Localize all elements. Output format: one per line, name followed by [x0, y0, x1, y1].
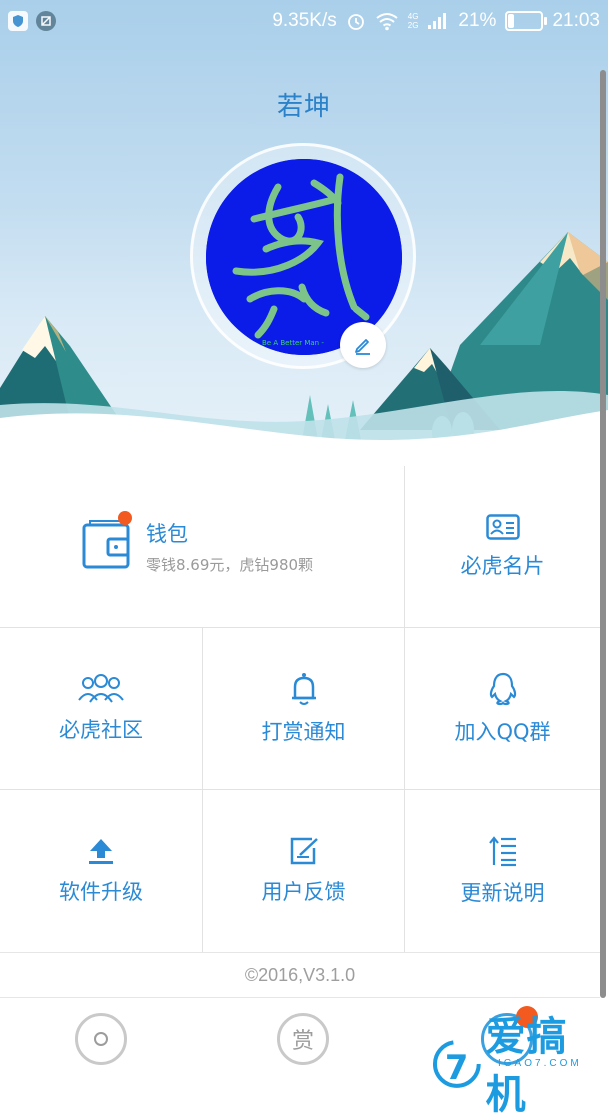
- battery-icon: [505, 11, 548, 31]
- profile-header: 9.35K/s 4G 2G 21% 21:03 若坤 Be A Better M…: [0, 0, 608, 460]
- tab-reward[interactable]: 赏: [277, 1013, 329, 1065]
- watermark-site: IGAO7.COM: [498, 1058, 582, 1069]
- shield-icon: [8, 11, 28, 31]
- wallet-icon: [82, 510, 132, 575]
- changelog-icon: [488, 836, 516, 867]
- status-bar: 9.35K/s 4G 2G 21% 21:03: [0, 0, 608, 44]
- community-icon: [78, 673, 124, 703]
- menu-item-label: 必虎名片: [460, 553, 545, 578]
- network-type-2g: 2G: [407, 21, 419, 30]
- menu-item-label: 更新说明: [460, 881, 545, 905]
- watermark: 7 爱搞机 IGAO7.COM: [428, 1004, 608, 1120]
- wallet-entry[interactable]: 钱包 零钱8.69元，虎钻980颗: [0, 466, 405, 628]
- svg-text:7: 7: [445, 1048, 469, 1087]
- edit-avatar-button[interactable]: [340, 322, 386, 368]
- home-circle-icon: [94, 1032, 108, 1046]
- menu-item-label: 软件升级: [59, 880, 143, 904]
- menu-item-reward-notify[interactable]: 打赏通知: [203, 628, 405, 790]
- watermark-logo-icon: 7: [432, 1040, 481, 1088]
- screenshot-icon: [36, 11, 56, 31]
- menu-item-upgrade[interactable]: 软件升级: [0, 790, 203, 952]
- signal-icon: [428, 13, 447, 29]
- alarm-icon: [347, 14, 364, 30]
- net-speed: 9.35K/s: [272, 10, 337, 31]
- id-card-icon: [485, 513, 520, 540]
- wallet-balance: 零钱8.69元，虎钻980颗: [146, 556, 314, 574]
- tab-reward-label: 赏: [291, 1029, 314, 1054]
- menu-item-feedback[interactable]: 用户反馈: [203, 790, 405, 952]
- wallet-title: 钱包: [146, 522, 188, 546]
- clock: 21:03: [552, 10, 600, 31]
- network-type-4g: 4G: [407, 12, 419, 21]
- bell-icon: [291, 672, 316, 705]
- menu-item-label: 用户反馈: [261, 880, 346, 904]
- pencil-icon: [355, 339, 370, 355]
- scrollbar[interactable]: [600, 70, 606, 998]
- menu-item-join-qq[interactable]: 加入QQ群: [405, 628, 600, 790]
- menu-item-card[interactable]: 必虎名片: [405, 466, 600, 628]
- menu-item-changelog[interactable]: 更新说明: [405, 790, 600, 952]
- upgrade-icon: [89, 839, 113, 864]
- wifi-icon: [376, 13, 398, 31]
- user-name: 若坤: [276, 92, 331, 122]
- tab-home[interactable]: [75, 1013, 127, 1065]
- version-text: ©2016,V3.1.0: [0, 952, 600, 998]
- menu-item-label: 打赏通知: [261, 719, 346, 744]
- menu-item-community[interactable]: 必虎社区: [0, 628, 203, 790]
- wallet-notification-dot: [118, 510, 132, 525]
- avatar-caption: Be A Better Man -: [262, 339, 324, 347]
- feedback-icon: [290, 837, 318, 865]
- battery-percent: 21%: [458, 10, 497, 31]
- menu-item-label: 加入QQ群: [454, 719, 551, 744]
- qq-penguin-icon: [489, 672, 516, 705]
- menu-item-label: 必虎社区: [59, 717, 143, 742]
